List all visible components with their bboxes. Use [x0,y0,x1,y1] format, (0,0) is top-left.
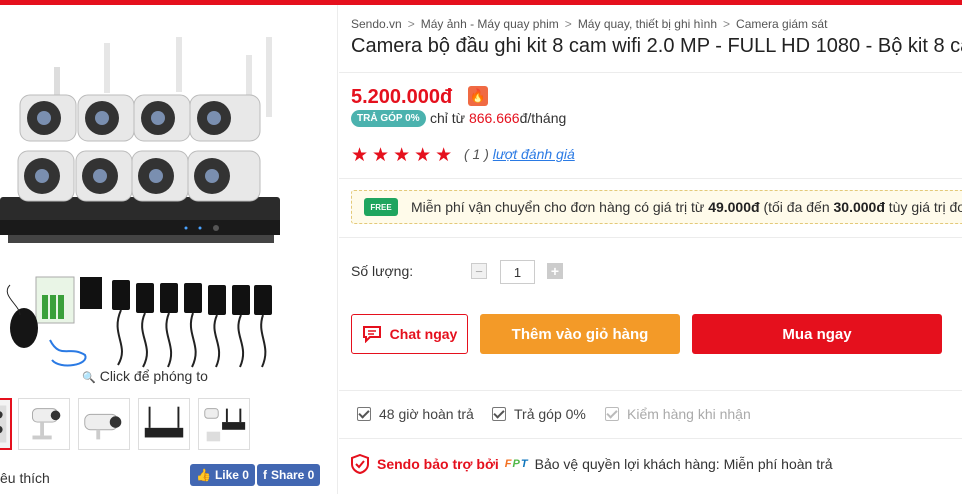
policy-inspect: Kiểm hàng khi nhận [605,406,751,422]
rating-stars: ★★★★★ [351,145,457,166]
product-price: 5.200.000đ [351,86,453,108]
like-label: Like 0 [214,468,249,482]
product-title: Camera bộ đầu ghi kit 8 cam wifi 2.0 MP … [351,35,962,57]
breadcrumb: Sendo.vn > Máy ảnh - Máy quay phim > Máy qua… [351,17,827,31]
checkbox-icon [492,407,506,421]
shipping-min-value: 49.000đ [708,199,760,215]
quantity-decrease-button[interactable]: − [471,263,487,279]
free-shipping-banner: FREE Miễn phí vận chuyển cho đơn hàng có… [351,190,962,224]
breadcrumb-home[interactable]: Sendo.vn [351,17,402,31]
policy-installment: Trả góp 0% [492,406,586,422]
breadcrumb-surveillance[interactable]: Camera giám sát [736,17,827,31]
installment-amount: 866.666 [468,110,520,126]
shipping-text-2: (tối đa đến [763,199,830,215]
facebook-icon: f [263,468,267,482]
buyer-protection: Sendo bảo trợ bởi FPT Bảo vệ quyền lợi k… [351,454,833,474]
divider [339,390,962,391]
quantity-label: Số lượng: [351,263,414,279]
policy-return: 48 giờ hoàn trả [357,406,474,422]
rating-link[interactable]: lượt đánh giá [493,146,575,162]
chat-icon [362,326,381,343]
divider [339,72,962,73]
product-gallery: 🔍 Click để phóng to êu thích 👍 Like 0 f Sha… [0,5,338,494]
installment-suffix: đ/tháng [519,110,567,126]
product-main-image[interactable] [0,15,300,385]
thumbnail-bullet-camera[interactable] [18,398,70,450]
shipping-text: Miễn phí vận chuyển cho đơn hàng có giá … [411,199,705,215]
checkbox-icon [605,407,619,421]
breadcrumb-cameras[interactable]: Máy ảnh - Máy quay phim [421,17,559,31]
add-to-cart-button[interactable]: Thêm vào giỏ hàng [480,314,680,354]
breadcrumb-recording-devices[interactable]: Máy quay, thiết bị ghi hình [578,17,717,31]
chat-label: Chat ngay [389,326,458,342]
zoom-hint: 🔍 Click để phóng to [82,368,208,384]
facebook-like-button[interactable]: 👍 Like 0 [190,464,255,486]
policy-label: 48 giờ hoàn trả [379,406,474,422]
thumbnail-camera-set[interactable] [198,398,250,450]
thumbnail-nvr[interactable] [138,398,190,450]
checkbox-icon [357,407,371,421]
thumbs-up-icon: 👍 [196,468,211,482]
rating-summary: ( 1 ) lượt đánh giá [464,146,575,162]
quantity-input[interactable] [500,260,535,284]
installment-info: chỉ từ 866.666đ/tháng [430,110,566,126]
zoom-hint-label: Click để phóng to [99,368,208,384]
shipping-max-value: 30.000đ [833,199,885,215]
magnifier-icon: 🔍 [82,372,96,384]
thumbnail-bullet-camera-2[interactable] [78,398,130,450]
favorite-link[interactable]: êu thích [0,470,50,486]
flame-icon: 🔥 [468,86,488,106]
guarantee-text: Bảo vệ quyền lợi khách hàng: Miễn phí ho… [534,456,833,472]
installment-badge: TRẢ GÓP 0% [351,110,426,127]
buy-now-button[interactable]: Mua ngay [692,314,942,354]
policy-label: Kiểm hàng khi nhận [627,406,751,422]
breadcrumb-separator: > [407,17,415,31]
share-label: Share 0 [271,468,315,482]
thumbnail-camera-kit[interactable] [0,398,12,450]
shield-icon [351,454,369,474]
policy-label: Trả góp 0% [514,406,586,422]
chat-button[interactable]: Chat ngay [351,314,468,354]
guarantee-brand: Sendo bảo trợ bởi [377,456,499,472]
breadcrumb-separator: > [564,17,572,31]
installment-prefix: chỉ từ [430,110,466,126]
divider [339,178,962,179]
fpt-logo: FPT [504,458,529,470]
breadcrumb-separator: > [723,17,731,31]
thumbnail-strip [0,398,338,452]
free-shipping-truck-icon: FREE [364,198,398,216]
divider [339,237,962,238]
divider [339,438,962,439]
product-info: Sendo.vn > Máy ảnh - Máy quay phim > Máy qua… [339,5,962,494]
rating-count: ( 1 ) [464,146,489,162]
facebook-share-button[interactable]: f Share 0 [257,464,321,486]
shipping-text-3: tùy giá trị đơ [888,199,962,215]
quantity-increase-button[interactable]: + [547,263,563,279]
